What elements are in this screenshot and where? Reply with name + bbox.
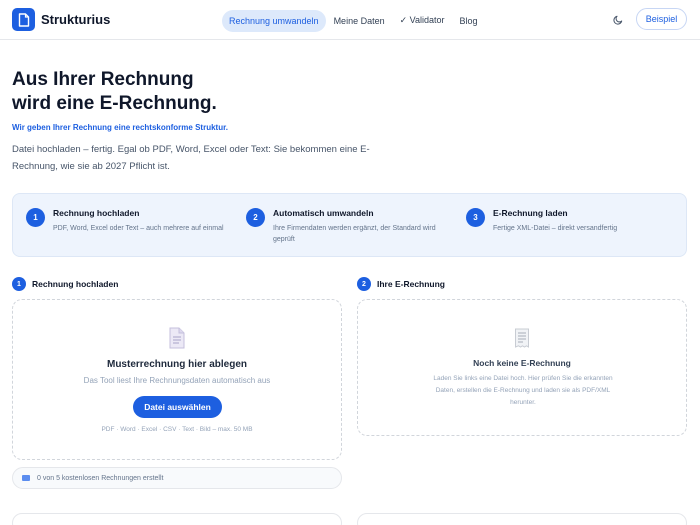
steps-band: 1 Rechnung hochladen PDF, Word, Excel od… [12,193,687,257]
step-description: PDF, Word, Excel oder Text – auch mehrer… [53,225,224,232]
moon-icon[interactable] [613,14,624,25]
supported-formats: PDF · Word · Excel · CSV · Text · Bild –… [101,426,253,433]
page-title-line-1: Aus Ihrer Rechnung [12,69,194,90]
step-title: Automatisch umwandeln [273,208,374,218]
upload-section-header: 1 Rechnung hochladen [12,277,118,291]
top-header: Strukturius Rechnung umwandeln Meine Dat… [0,0,700,40]
dropzone-title: Musterrechnung hier ablegen [106,359,248,370]
step-description: Ihre Firmendaten werden ergänzt, der Sta… [273,225,436,243]
result-empty-text: Laden Sie links eine Datei hoch. Hier pr… [433,375,613,406]
receipt-icon [515,328,529,348]
main-nav: Rechnung umwandeln Meine Daten ✓ Validat… [222,9,486,32]
dropzone-subtitle: Das Tool liest Ihre Rechnungsdaten autom… [83,376,271,385]
file-icon [169,327,185,349]
document-icon[interactable] [12,8,35,31]
section-title: Rechnung hochladen [32,279,119,289]
section-title: Ihre E-Rechnung [377,279,446,289]
page-title-line-2: wird eine E-Rechnung. [12,93,217,114]
tagline: Wir geben Ihrer Rechnung eine rechtskonf… [12,123,228,132]
result-section-header: 2 Ihre E-Rechnung [357,277,445,291]
result-empty-title: Noch keine E-Rechnung [473,358,571,368]
next-card-right [357,513,687,525]
section-number: 1 [12,277,26,291]
step-number: 2 [246,208,265,227]
nav-item-rechnung-umwandeln[interactable]: Rechnung umwandeln [222,9,326,32]
step-title: Rechnung hochladen [53,208,140,218]
step-number: 1 [26,208,45,227]
step-title: E-Rechnung laden [493,208,568,218]
lead-text: Datei hochladen – fertig. Egal ob PDF, W… [12,144,370,172]
usage-counter: 0 von 5 kostenlosen Rechnungen erstellt [12,467,342,489]
upload-dropzone[interactable]: Musterrechnung hier ablegen Das Tool lie… [12,299,342,460]
nav-item-meine-daten[interactable]: Meine Daten [327,10,392,32]
step-description: Fertige XML-Datei – direkt versandfertig [493,225,618,232]
choose-file-button[interactable]: Datei auswählen [133,396,222,418]
result-panel: Noch keine E-Rechnung Laden Sie links ei… [357,299,687,436]
example-button[interactable]: Beispiel [636,8,687,30]
step-number: 3 [466,208,485,227]
nav-item-blog[interactable]: Blog [453,10,485,32]
counter-icon [22,475,30,481]
page-title: Aus Ihrer Rechnung wird eine E-Rechnung. [12,68,217,116]
next-card-left [12,513,342,525]
counter-text: 0 von 5 kostenlosen Rechnungen erstellt [37,474,164,482]
brand-name[interactable]: Strukturius [41,12,110,27]
section-number: 2 [357,277,371,291]
nav-item-validator[interactable]: ✓ Validator [393,9,452,32]
